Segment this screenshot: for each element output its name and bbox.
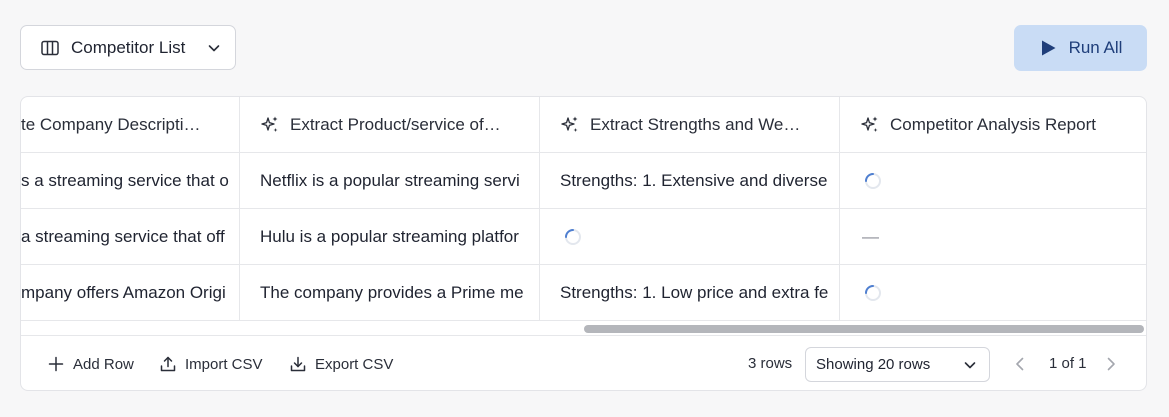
view-selector-dropdown[interactable]: Competitor List bbox=[20, 25, 236, 70]
column-header[interactable]: Competitor Analysis Report bbox=[840, 97, 1146, 153]
run-all-button[interactable]: Run All bbox=[1014, 25, 1147, 71]
export-csv-button[interactable]: Export CSV bbox=[289, 355, 393, 373]
table-cell[interactable]: Strengths: 1. Low price and extra fe bbox=[540, 265, 840, 321]
play-icon bbox=[1039, 39, 1057, 57]
cell-text: Hulu is a popular streaming platfor bbox=[260, 227, 519, 246]
cell-text: Strengths: 1. Low price and extra fe bbox=[560, 283, 829, 302]
table-cell[interactable]: Netflix is a popular streaming servi bbox=[240, 153, 540, 209]
page-size-label: Showing 20 rows bbox=[816, 356, 931, 373]
next-page-button[interactable] bbox=[1102, 355, 1120, 373]
cell-text: s a streaming service that o bbox=[21, 171, 229, 190]
table-cell[interactable]: a streaming service that off bbox=[21, 209, 240, 265]
table-cell[interactable]: s a streaming service that o bbox=[21, 153, 240, 209]
plus-icon bbox=[47, 355, 65, 373]
column-header[interactable]: te Company Descripti… bbox=[21, 97, 240, 153]
cell-text: mpany offers Amazon Origi bbox=[21, 283, 226, 302]
previous-page-button[interactable] bbox=[1011, 355, 1029, 373]
cell-text: The company provides a Prime me bbox=[260, 283, 524, 302]
chevron-down-icon bbox=[963, 358, 977, 372]
column-header-label: Extract Strengths and We… bbox=[590, 115, 801, 134]
empty-value: — bbox=[862, 227, 879, 246]
columns-icon bbox=[41, 40, 59, 56]
column-header[interactable]: Extract Product/service of… bbox=[240, 97, 540, 153]
footer-actions: Export CSV bbox=[289, 350, 393, 378]
scrollbar-thumb[interactable] bbox=[584, 325, 1144, 333]
import-csv-button[interactable]: Import CSV bbox=[159, 355, 263, 373]
cell-text: Strengths: 1. Extensive and diverse bbox=[560, 171, 828, 190]
column-header[interactable]: Extract Strengths and We… bbox=[540, 97, 840, 153]
table-header-row: te Company Descripti… Extract Product/se… bbox=[21, 97, 1146, 153]
table-cell[interactable] bbox=[840, 265, 1146, 321]
data-table-card: te Company Descripti… Extract Product/se… bbox=[20, 96, 1147, 391]
page-size-select[interactable]: Showing 20 rows bbox=[805, 347, 990, 382]
add-row-button[interactable]: Add Row bbox=[47, 355, 134, 373]
table-cell[interactable] bbox=[840, 153, 1146, 209]
sparkles-icon bbox=[260, 115, 280, 135]
table-cell[interactable] bbox=[540, 209, 840, 265]
download-icon bbox=[289, 355, 307, 373]
sparkles-icon bbox=[560, 115, 580, 135]
sparkles-icon bbox=[860, 115, 880, 135]
footer-divider bbox=[21, 335, 1146, 336]
column-header-label: Competitor Analysis Report bbox=[890, 115, 1096, 134]
horizontal-scrollbar[interactable] bbox=[21, 322, 1146, 336]
cell-text: Netflix is a popular streaming servi bbox=[260, 171, 520, 190]
table-cell[interactable]: The company provides a Prime me bbox=[240, 265, 540, 321]
footer-actions: Import CSV bbox=[159, 350, 263, 378]
run-all-label: Run All bbox=[1068, 38, 1123, 57]
column-header-label: Extract Product/service of… bbox=[290, 115, 501, 134]
table-cell[interactable]: — bbox=[840, 209, 1146, 265]
table-row[interactable]: a streaming service that off Hulu is a p… bbox=[21, 209, 1146, 265]
add-row-label: Add Row bbox=[73, 355, 134, 373]
export-csv-label: Export CSV bbox=[315, 355, 394, 373]
cell-text: a streaming service that off bbox=[21, 227, 225, 246]
table-row[interactable]: mpany offers Amazon Origi The company pr… bbox=[21, 265, 1146, 321]
table-cell[interactable]: Strengths: 1. Extensive and diverse bbox=[540, 153, 840, 209]
table-row[interactable]: s a streaming service that o Netflix is … bbox=[21, 153, 1146, 209]
table-cell[interactable]: mpany offers Amazon Origi bbox=[21, 265, 240, 321]
column-header-label: te Company Descripti… bbox=[21, 115, 201, 134]
import-csv-label: Import CSV bbox=[185, 355, 263, 373]
view-selector-label: Competitor List bbox=[71, 37, 186, 57]
loading-spinner-icon bbox=[564, 228, 582, 246]
table-cell[interactable]: Hulu is a popular streaming platfor bbox=[240, 209, 540, 265]
loading-spinner-icon bbox=[864, 284, 882, 302]
page-indicator: 1 of 1 bbox=[1049, 355, 1087, 372]
rows-count: 3 rows bbox=[748, 355, 793, 372]
footer-actions: Add Row bbox=[47, 350, 134, 378]
data-table: te Company Descripti… Extract Product/se… bbox=[21, 97, 1146, 322]
loading-spinner-icon bbox=[864, 172, 882, 190]
upload-icon bbox=[159, 355, 177, 373]
chevron-down-icon bbox=[207, 41, 221, 55]
